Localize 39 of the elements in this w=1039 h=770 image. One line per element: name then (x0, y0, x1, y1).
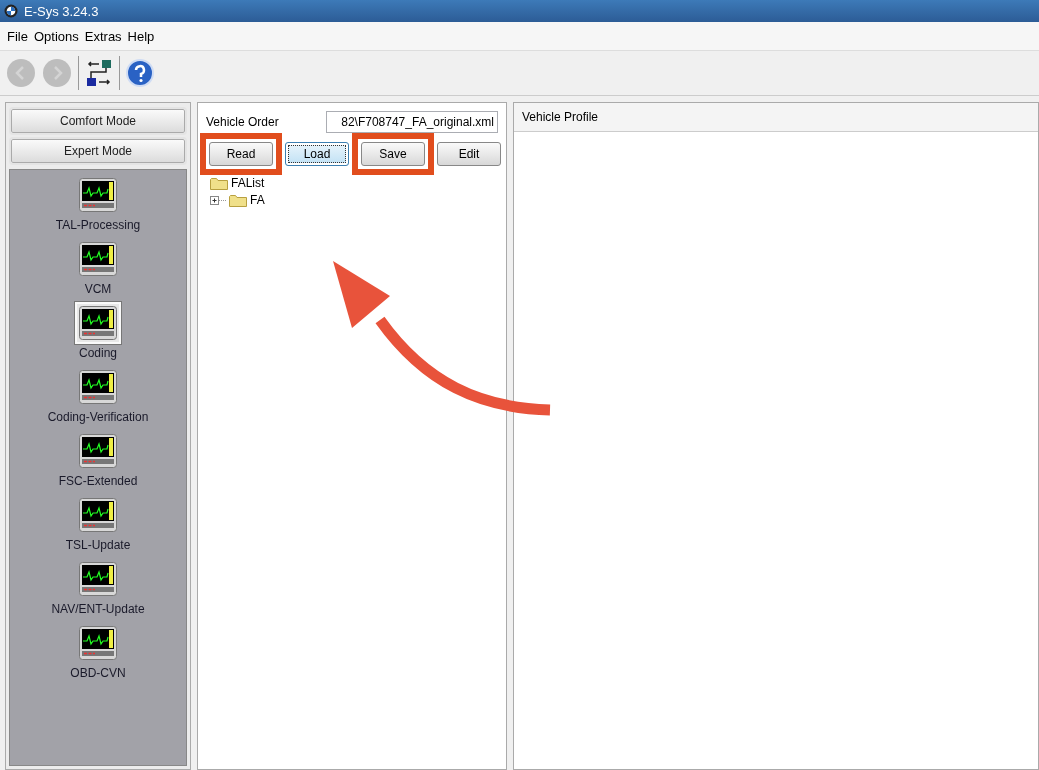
tree-node[interactable]: FA (250, 193, 265, 207)
app-logo-icon (4, 4, 18, 18)
menu-item[interactable]: Options (30, 28, 82, 44)
monitor-icon (79, 626, 117, 660)
mode-button[interactable]: Expert Mode (11, 139, 185, 163)
monitor-icon (79, 306, 117, 340)
monitor-icon (79, 498, 117, 532)
function-label[interactable]: TSL-Update (65, 538, 131, 552)
function-label[interactable]: FSC-Extended (58, 474, 138, 488)
field-label: Vehicle Order (206, 115, 279, 129)
function-label[interactable]: VCM (84, 282, 112, 296)
menu-item[interactable]: Extras (81, 28, 125, 44)
tree-node[interactable]: FAList (231, 176, 265, 190)
monitor-icon (79, 434, 117, 468)
connection-icon[interactable] (85, 58, 113, 88)
function-tile[interactable] (75, 302, 121, 344)
monitor-icon (79, 370, 117, 404)
function-label[interactable]: Coding (79, 346, 117, 360)
action-button[interactable]: Load (285, 142, 349, 166)
mode-button[interactable]: Comfort Mode (11, 109, 185, 133)
window-title: E-Sys 3.24.3 (24, 3, 99, 19)
action-button[interactable]: Save (361, 142, 425, 166)
folder-icon (229, 193, 247, 207)
function-label[interactable]: OBD-CVN (70, 666, 126, 680)
menu-item[interactable]: File (4, 28, 31, 44)
panel-title: Vehicle Profile (522, 110, 599, 124)
monitor-icon (79, 178, 117, 212)
vehicle-order-field[interactable]: 82\F708747_FA_original.xml (326, 111, 498, 133)
action-button[interactable]: Read (209, 142, 273, 166)
monitor-icon (79, 242, 117, 276)
function-label[interactable]: NAV/ENT-Update (51, 602, 145, 616)
action-button[interactable]: Edit (437, 142, 501, 166)
function-label[interactable]: Coding-Verification (47, 410, 149, 424)
menu-item[interactable]: Help (124, 28, 158, 44)
help-icon[interactable] (126, 59, 154, 87)
monitor-icon (79, 562, 117, 596)
folder-icon (210, 176, 228, 190)
expand-icon[interactable] (210, 195, 226, 205)
function-label[interactable]: TAL-Processing (55, 218, 141, 232)
